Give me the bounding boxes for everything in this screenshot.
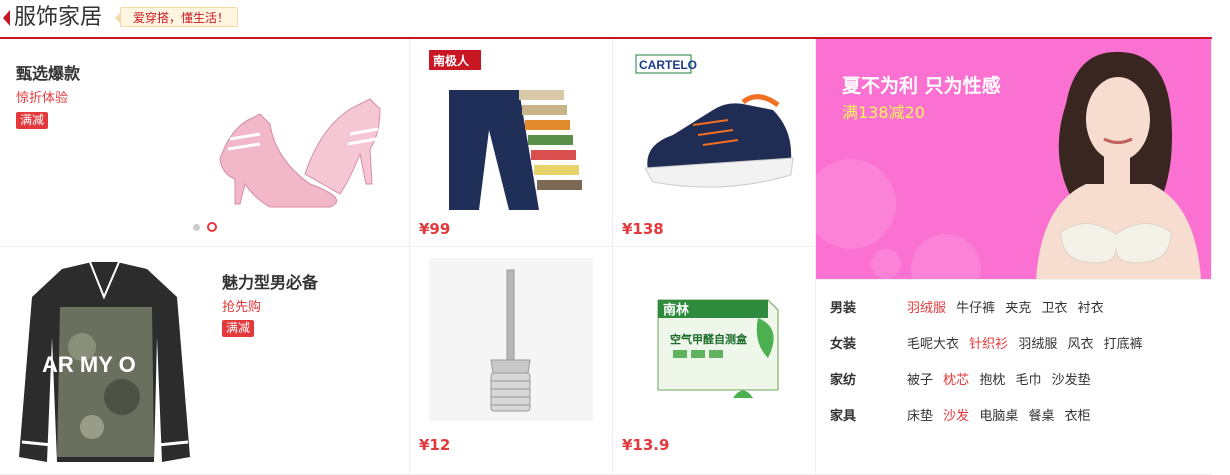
model-image[interactable] xyxy=(1006,44,1206,280)
carousel-dot-active[interactable] xyxy=(207,222,217,232)
product-price: ¥12 xyxy=(419,436,451,454)
featured-card-jacket[interactable]: AR MY O 魅力型男必备 抢先购 满减 xyxy=(0,247,410,475)
product-price: ¥138 xyxy=(622,220,664,238)
category-link[interactable]: 餐桌 xyxy=(1028,409,1054,424)
inflation-needle-image[interactable] xyxy=(429,258,593,421)
category-link[interactable]: 卫衣 xyxy=(1041,301,1067,316)
banner-decoration xyxy=(871,249,901,279)
category-link[interactable]: 羽绒服 xyxy=(1018,337,1057,352)
category-link[interactable]: 电脑桌 xyxy=(979,409,1018,424)
product-card[interactable]: 南极人 ¥99 xyxy=(410,39,613,247)
product-card[interactable]: ¥12 xyxy=(410,247,613,475)
product-price: ¥99 xyxy=(419,220,451,238)
banner-decoration xyxy=(816,159,896,249)
category-link[interactable]: 打底裤 xyxy=(1104,337,1143,352)
category-link[interactable]: 夹克 xyxy=(1005,301,1031,316)
category-link[interactable]: 沙发垫 xyxy=(1052,373,1091,388)
svg-text:AR MY O: AR MY O xyxy=(42,352,136,377)
category-link[interactable]: 床垫 xyxy=(907,409,933,424)
brand-logo: 南极人 xyxy=(433,53,470,68)
section-header: 服饰家居 爱穿搭，懂生活！ xyxy=(0,0,1230,39)
category-link[interactable]: 衬衣 xyxy=(1078,301,1104,316)
discount-badge: 满减 xyxy=(16,112,49,129)
section-title: 服饰家居 xyxy=(14,5,103,30)
box-brand: 南林 xyxy=(663,302,689,318)
featured-subtitle[interactable]: 抢先购 xyxy=(222,296,261,315)
banner-title[interactable]: 夏不为利 只为性感 xyxy=(842,71,1001,98)
product-grid: 甄选爆款 惊折体验 满减 AR MY O 魅力型男必备 抢先购 满减 南极人 ¥… xyxy=(0,39,1212,475)
category-link[interactable]: 羽绒服 xyxy=(907,301,946,316)
featured-card-shoes[interactable]: 甄选爆款 惊折体验 满减 xyxy=(0,39,410,247)
category-link[interactable]: 牛仔裤 xyxy=(956,301,995,316)
category-link[interactable]: 针织衫 xyxy=(969,337,1008,352)
promo-banner[interactable]: 夏不为利 只为性感 满138减20 xyxy=(816,39,1212,280)
banner-subtitle[interactable]: 满138减20 xyxy=(842,99,925,123)
sneaker-image[interactable]: CARTELO xyxy=(633,50,797,213)
category-link[interactable]: 衣柜 xyxy=(1065,409,1091,424)
high-heel-shoe-image[interactable] xyxy=(200,89,400,209)
discount-badge: 满减 xyxy=(222,320,255,337)
product-card[interactable]: 南林 空气甲醛自测盒 ¥13.9 xyxy=(613,247,816,475)
category-link[interactable]: 枕芯 xyxy=(943,373,969,388)
category-label: 家具 xyxy=(830,409,857,424)
army-jacket-image[interactable]: AR MY O xyxy=(12,257,197,467)
featured-subtitle[interactable]: 惊折体验 xyxy=(16,87,68,106)
box-label: 空气甲醛自测盒 xyxy=(670,332,748,346)
category-link[interactable]: 毛巾 xyxy=(1015,373,1041,388)
category-link[interactable]: 抱枕 xyxy=(979,373,1005,388)
banner-decoration xyxy=(911,234,981,279)
trousers-image[interactable]: 南极人 xyxy=(429,50,593,213)
featured-title[interactable]: 魅力型男必备 xyxy=(222,269,318,293)
formaldehyde-test-box-image[interactable]: 南林 空气甲醛自测盒 xyxy=(633,258,797,421)
section-tagline: 爱穿搭，懂生活！ xyxy=(114,7,239,27)
category-link[interactable]: 被子 xyxy=(907,373,933,388)
category-label: 男装 xyxy=(830,301,857,316)
carousel-dot[interactable] xyxy=(193,224,200,231)
category-label: 家纺 xyxy=(830,373,857,388)
category-links-panel: 男装 羽绒服 牛仔裤 夹克 卫衣 衬衣 女装 毛呢大衣 针织衫 羽绒服 风衣 打… xyxy=(816,280,1212,475)
category-label: 女装 xyxy=(830,337,857,352)
featured-title[interactable]: 甄选爆款 xyxy=(16,60,80,84)
header-arrow-icon xyxy=(3,10,10,26)
brand-logo: CARTELO xyxy=(639,58,697,72)
category-link[interactable]: 毛呢大衣 xyxy=(907,337,959,352)
product-card[interactable]: CARTELO ¥138 xyxy=(613,39,816,247)
category-link[interactable]: 风衣 xyxy=(1067,337,1093,352)
category-link[interactable]: 沙发 xyxy=(943,409,969,424)
product-price: ¥13.9 xyxy=(622,436,670,454)
